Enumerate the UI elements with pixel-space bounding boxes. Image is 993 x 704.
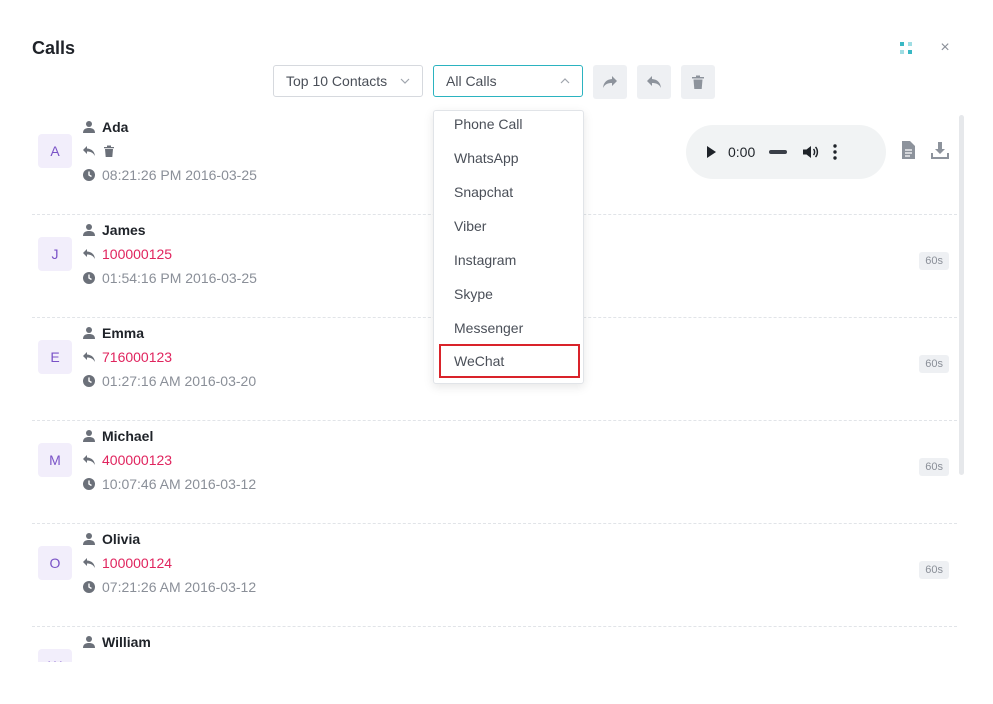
number-line: 100000125 xyxy=(82,244,172,264)
call-type-select[interactable]: All Calls xyxy=(433,65,583,97)
more-options-icon[interactable] xyxy=(833,144,837,160)
document-icon[interactable] xyxy=(899,140,917,160)
reply-button[interactable] xyxy=(637,65,671,99)
avatar: J xyxy=(38,237,72,271)
datetime-line: 07:21:26 AM 2016-03-12 xyxy=(82,577,256,597)
phone-number: 400000123 xyxy=(102,452,173,468)
clock-icon xyxy=(83,272,95,284)
contact-line: Michael xyxy=(82,426,153,446)
reply-icon[interactable] xyxy=(82,144,96,158)
dropdown-option-whatsapp[interactable]: WhatsApp xyxy=(434,141,583,175)
forward-icon xyxy=(603,76,617,88)
duration-badge: 60s xyxy=(919,561,949,579)
forward-button[interactable] xyxy=(593,65,627,99)
call-datetime: 10:07:46 AM 2016-03-12 xyxy=(102,476,257,492)
avatar: E xyxy=(38,340,72,374)
play-icon[interactable] xyxy=(704,145,718,159)
call-datetime: 01:27:16 AM 2016-03-20 xyxy=(102,373,257,389)
dropdown-option-snapchat[interactable]: Snapchat xyxy=(434,175,583,209)
contact-line: Olivia xyxy=(82,529,140,549)
duration-badge: 60s xyxy=(919,355,949,373)
download-icon[interactable] xyxy=(931,140,949,160)
dropdown-option-phone-call[interactable]: Phone Call xyxy=(434,111,583,141)
dropdown-option-viber[interactable]: Viber xyxy=(434,209,583,243)
duration-badge: 60s xyxy=(919,458,949,476)
contact-name: James xyxy=(102,222,146,238)
grid-icon[interactable] xyxy=(899,41,913,55)
scrollbar[interactable] xyxy=(959,115,964,475)
dropdown-option-wechat[interactable]: WeChat xyxy=(439,344,580,378)
call-datetime: 01:54:16 PM 2016-03-25 xyxy=(102,270,257,286)
datetime-line: 10:07:46 AM 2016-03-12 xyxy=(82,474,256,494)
contact-name: Ada xyxy=(102,119,129,135)
phone-number: 100000124 xyxy=(102,555,173,571)
avatar: M xyxy=(38,443,72,477)
seek-bar[interactable] xyxy=(769,150,788,154)
incoming-call-icon xyxy=(83,455,95,465)
avatar: O xyxy=(38,546,72,580)
close-button[interactable]: × xyxy=(935,38,955,58)
contact-name: William xyxy=(102,634,151,650)
dropdown-option-skype[interactable]: Skype xyxy=(434,277,583,311)
call-actions-line xyxy=(82,141,122,161)
reply-icon xyxy=(647,76,661,88)
call-type-value: All Calls xyxy=(446,73,497,89)
call-row[interactable]: M Michael 400000123 10:07:46 AM 2016-03-… xyxy=(32,421,957,524)
contact-line: James xyxy=(82,220,146,240)
clock-icon xyxy=(83,375,95,387)
dropdown-option-messenger[interactable]: Messenger xyxy=(434,311,583,345)
user-icon xyxy=(83,636,95,648)
datetime-line: 01:54:16 PM 2016-03-25 xyxy=(82,268,257,288)
clock-icon xyxy=(83,581,95,593)
user-icon xyxy=(83,533,95,545)
call-row[interactable]: O Olivia 100000124 07:21:26 AM 2016-03-1… xyxy=(32,524,957,627)
number-line: 400000123 xyxy=(82,450,172,470)
trash-icon xyxy=(692,75,704,89)
trash-icon[interactable] xyxy=(102,144,116,158)
phone-number: 100000125 xyxy=(102,246,173,262)
phone-number: 716000123 xyxy=(102,349,173,365)
contact-line: Ada xyxy=(82,117,128,137)
avatar: A xyxy=(38,134,72,168)
audio-player[interactable]: 0:00 xyxy=(686,125,886,179)
datetime-line: 01:27:16 AM 2016-03-20 xyxy=(82,371,256,391)
incoming-call-icon xyxy=(83,558,95,568)
user-icon xyxy=(83,327,95,339)
contact-name: Olivia xyxy=(102,531,141,547)
contact-line: William xyxy=(82,632,151,652)
user-icon xyxy=(83,430,95,442)
contacts-filter-select[interactable]: Top 10 Contacts xyxy=(273,65,423,97)
call-datetime: 08:21:26 PM 2016-03-25 xyxy=(102,167,257,183)
contact-line: Emma xyxy=(82,323,144,343)
user-icon xyxy=(83,121,95,133)
call-row[interactable]: W William xyxy=(32,627,957,662)
contact-name: Emma xyxy=(102,325,145,341)
contact-name: Michael xyxy=(102,428,154,444)
delete-button[interactable] xyxy=(681,65,715,99)
incoming-call-icon xyxy=(83,249,95,259)
player-time: 0:00 xyxy=(728,144,756,160)
duration-badge: 60s xyxy=(919,252,949,270)
user-icon xyxy=(83,224,95,236)
number-line: 716000123 xyxy=(82,347,172,367)
number-line: 100000124 xyxy=(82,553,172,573)
clock-icon xyxy=(83,478,95,490)
dropdown-option-instagram[interactable]: Instagram xyxy=(434,243,583,277)
call-datetime: 07:21:26 AM 2016-03-12 xyxy=(102,579,257,595)
clock-icon xyxy=(83,169,95,181)
call-type-dropdown-menu: Phone Call WhatsApp Snapchat Viber Insta… xyxy=(433,110,584,384)
volume-icon[interactable] xyxy=(801,143,819,161)
dialog-title: Calls xyxy=(32,38,76,58)
avatar: W xyxy=(38,649,72,662)
chevron-down-icon xyxy=(400,78,410,84)
incoming-call-icon xyxy=(83,352,95,362)
datetime-line: 08:21:26 PM 2016-03-25 xyxy=(82,165,257,185)
chevron-up-icon xyxy=(560,78,570,84)
contacts-filter-value: Top 10 Contacts xyxy=(286,73,388,89)
